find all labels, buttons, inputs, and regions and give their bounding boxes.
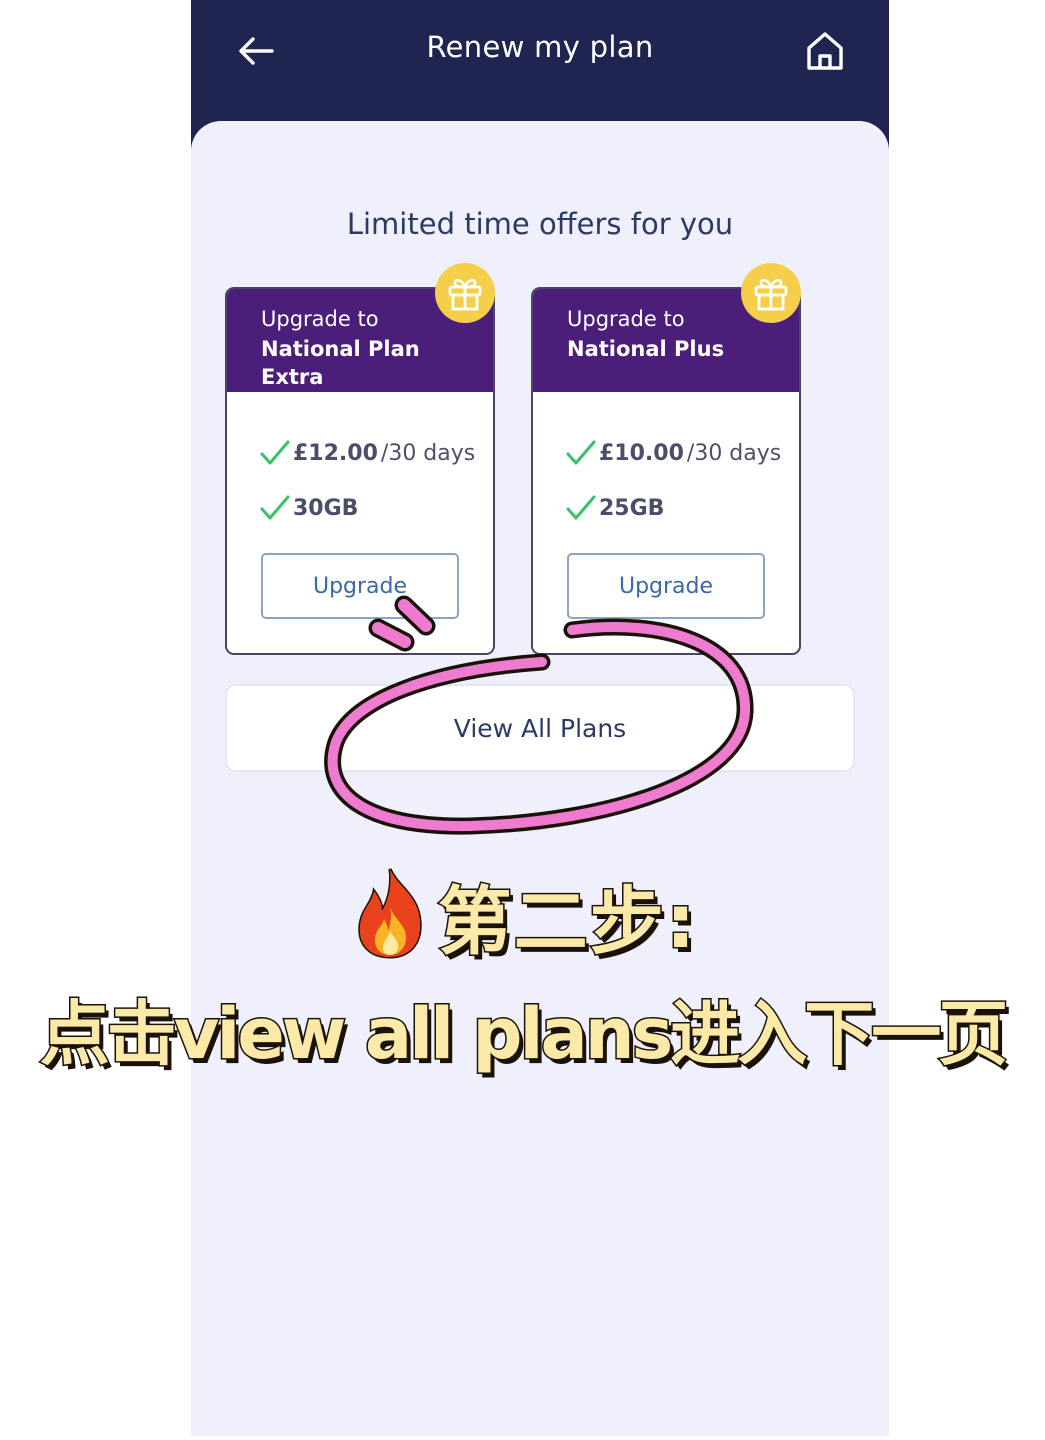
home-button[interactable]	[801, 26, 849, 76]
fire-icon	[358, 868, 422, 959]
gift-icon	[448, 278, 482, 311]
step-instruction: 点击view all plans进入下一页	[38, 992, 1010, 1077]
data-allowance: 25GB	[599, 495, 665, 521]
data-feature: 25GB	[565, 494, 664, 522]
card-plan-name: National Plus	[567, 337, 725, 361]
gift-icon	[754, 278, 788, 311]
data-feature: 30GB	[259, 494, 358, 522]
card-plan-name: National Plan Extra	[261, 337, 420, 389]
price-period: /30 days	[686, 440, 782, 466]
check-icon	[566, 440, 596, 465]
price-feature: £10.00 /30 days	[565, 439, 781, 467]
price-value: £12.00	[293, 440, 378, 466]
price-value: £10.00	[599, 440, 684, 466]
check-icon	[566, 495, 596, 520]
page-title: Renew my plan	[426, 30, 654, 64]
price-feature: £12.00 /30 days	[259, 439, 475, 467]
main-content: Limited time offers for you Upgrade to N…	[191, 121, 889, 1436]
home-icon	[807, 32, 843, 70]
gift-badge	[435, 263, 495, 323]
gift-badge	[741, 263, 801, 323]
phone-screen: Renew my plan Limited time offers for yo…	[191, 0, 889, 1436]
data-allowance: 30GB	[293, 495, 359, 521]
card-header-line1: Upgrade to	[567, 307, 685, 331]
check-icon	[260, 495, 290, 520]
offers-heading: Limited time offers for you	[346, 207, 734, 241]
view-all-plans-button[interactable]: View All Plans	[225, 684, 855, 772]
offer-card-national-plus: Upgrade to National Plus £10.00 /30 days	[531, 263, 801, 655]
check-icon	[260, 440, 290, 465]
upgrade-button-national-plus[interactable]: Upgrade	[567, 553, 765, 619]
app-header: Renew my plan	[191, 0, 889, 122]
offer-card-national-plan-extra: Upgrade to National Plan Extra £12.00 /3…	[225, 263, 495, 655]
card-header-line1: Upgrade to	[261, 307, 379, 331]
price-period: /30 days	[380, 440, 476, 466]
upgrade-button-national-plan-extra[interactable]: Upgrade	[261, 553, 459, 619]
step-title-text: 第二步:	[436, 878, 698, 967]
step-title: 第二步:	[0, 862, 1045, 969]
